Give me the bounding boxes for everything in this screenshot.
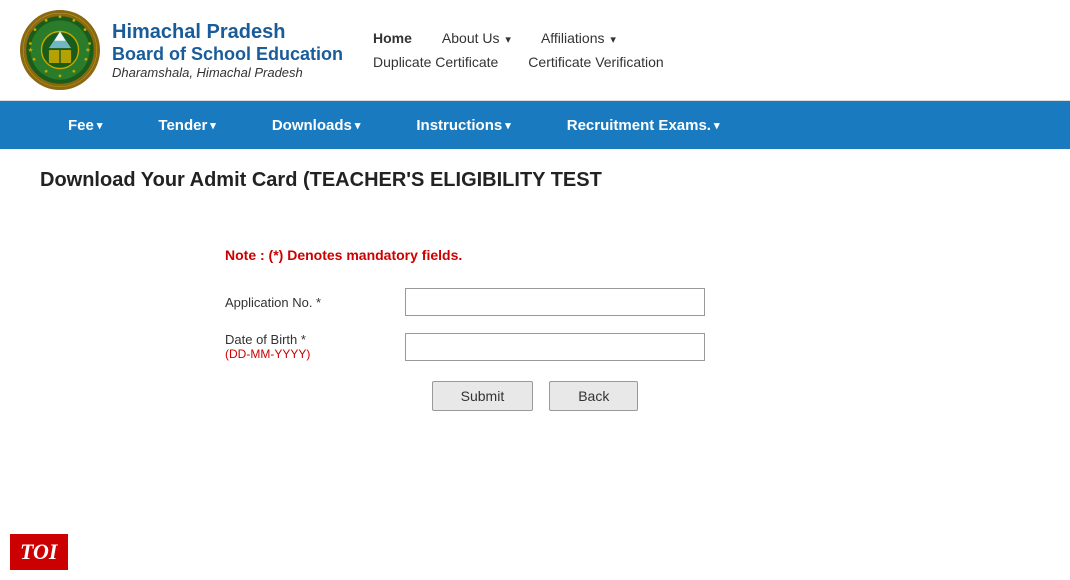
submit-button[interactable]: Submit bbox=[432, 381, 534, 411]
nav-row-1: Home About Us ▾ Affiliations ▾ bbox=[373, 30, 1050, 46]
org-title-line2: Board of School Education bbox=[112, 44, 343, 65]
nav-home[interactable]: Home bbox=[373, 30, 412, 46]
blue-nav-bar: Fee ▾ Tender ▾ Downloads ▾ Instructions … bbox=[0, 101, 1070, 149]
dob-input[interactable] bbox=[405, 333, 705, 361]
nav-recruitment-exams[interactable]: Recruitment Exams. ▾ bbox=[539, 101, 748, 149]
page-header: ★ ★ Himachal Pradesh Board of School Edu… bbox=[0, 0, 1070, 101]
nav-fee[interactable]: Fee ▾ bbox=[40, 101, 130, 149]
downloads-arrow: ▾ bbox=[355, 119, 361, 132]
org-subtitle: Dharamshala, Himachal Pradesh bbox=[112, 65, 343, 80]
page-title: Download Your Admit Card (TEACHER'S ELIG… bbox=[40, 169, 1030, 197]
nav-instructions[interactable]: Instructions ▾ bbox=[388, 101, 538, 149]
nav-duplicate-certificate[interactable]: Duplicate Certificate bbox=[373, 54, 498, 70]
instructions-arrow: ▾ bbox=[505, 119, 511, 132]
nav-certificate-verification[interactable]: Certificate Verification bbox=[528, 54, 663, 70]
nav-tender[interactable]: Tender ▾ bbox=[130, 101, 243, 149]
application-input[interactable] bbox=[405, 288, 705, 316]
note-text: Note : (*) Denotes mandatory fields. bbox=[225, 247, 845, 263]
fee-arrow: ▾ bbox=[97, 119, 103, 132]
tender-arrow: ▾ bbox=[210, 119, 216, 132]
button-row: Submit Back bbox=[225, 381, 845, 411]
back-button[interactable]: Back bbox=[549, 381, 638, 411]
top-nav: Home About Us ▾ Affiliations ▾ Duplicate… bbox=[373, 30, 1050, 70]
about-us-arrow: ▾ bbox=[505, 34, 511, 46]
nav-downloads[interactable]: Downloads ▾ bbox=[244, 101, 389, 149]
logo-area: ★ ★ Himachal Pradesh Board of School Edu… bbox=[20, 10, 343, 90]
svg-text:★: ★ bbox=[85, 47, 91, 54]
org-title-line1: Himachal Pradesh bbox=[112, 21, 343, 44]
affiliations-arrow: ▾ bbox=[610, 34, 616, 46]
dob-hint: (DD-MM-YYYY) bbox=[225, 347, 385, 361]
nav-about-us[interactable]: About Us ▾ bbox=[442, 30, 511, 46]
application-row: Application No. * bbox=[225, 288, 845, 316]
dob-row: Date of Birth * (DD-MM-YYYY) bbox=[225, 332, 845, 361]
application-label: Application No. * bbox=[225, 295, 385, 310]
form-container: Note : (*) Denotes mandatory fields. App… bbox=[185, 227, 885, 431]
nav-affiliations[interactable]: Affiliations ▾ bbox=[541, 30, 616, 46]
svg-text:★: ★ bbox=[28, 47, 34, 54]
org-logo: ★ ★ bbox=[20, 10, 100, 90]
dob-label: Date of Birth * (DD-MM-YYYY) bbox=[225, 332, 385, 361]
toi-badge: TOI bbox=[10, 534, 68, 570]
main-content: Download Your Admit Card (TEACHER'S ELIG… bbox=[0, 149, 1070, 451]
nav-row-2: Duplicate Certificate Certificate Verifi… bbox=[373, 54, 1050, 70]
recruitment-arrow: ▾ bbox=[714, 119, 720, 132]
org-name: Himachal Pradesh Board of School Educati… bbox=[112, 21, 343, 80]
